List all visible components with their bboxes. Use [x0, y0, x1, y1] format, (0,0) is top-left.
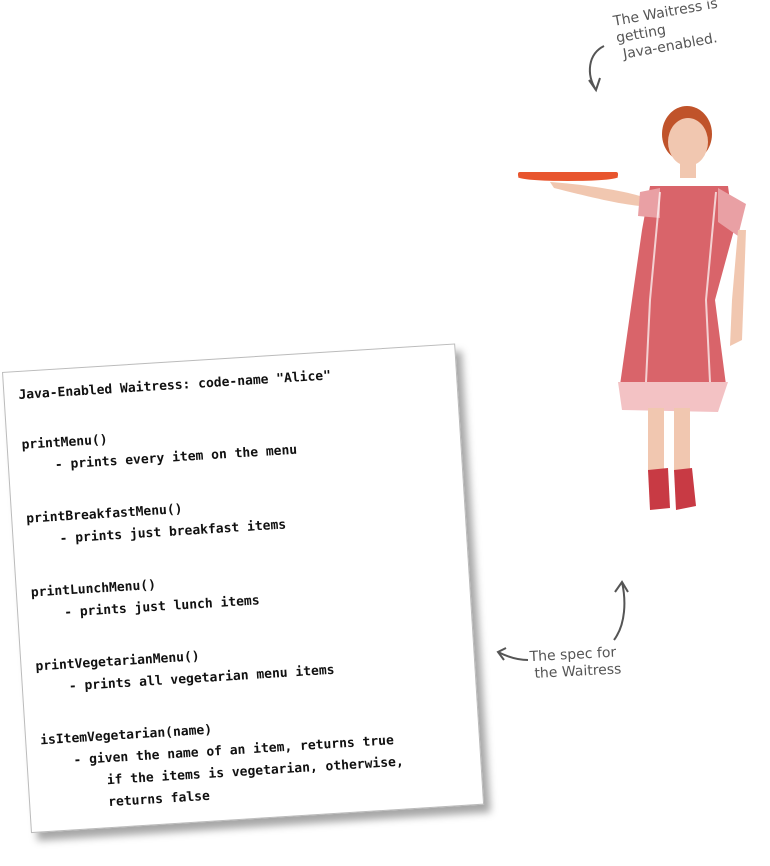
method-name: printVegetarianMenu(): [35, 649, 201, 675]
annotation-spec-for-waitress: The spec for the Waitress: [529, 643, 651, 683]
spec-title: Java-Enabled Waitress: code-name "Alice": [18, 368, 332, 403]
method-description: returns false: [107, 788, 211, 811]
waitress-spec-card: Java-Enabled Waitress: code-name "Alice"…: [2, 343, 485, 834]
curved-arrow-up-icon: [613, 580, 629, 641]
method-name: printMenu(): [21, 432, 109, 453]
waitress-figure: [518, 106, 746, 510]
method-description: - prints just lunch items: [63, 593, 261, 621]
method-name: printLunchMenu(): [30, 577, 157, 601]
method-name: printBreakfastMenu(): [25, 501, 184, 527]
method-name: isItemVegetarian(name): [39, 722, 213, 749]
annotation-waitress-java-enabled: The Waitress is getting Java-enabled.: [612, 0, 770, 64]
curved-arrow-icon: [588, 45, 605, 93]
curved-arrow-left-icon: [496, 647, 529, 661]
